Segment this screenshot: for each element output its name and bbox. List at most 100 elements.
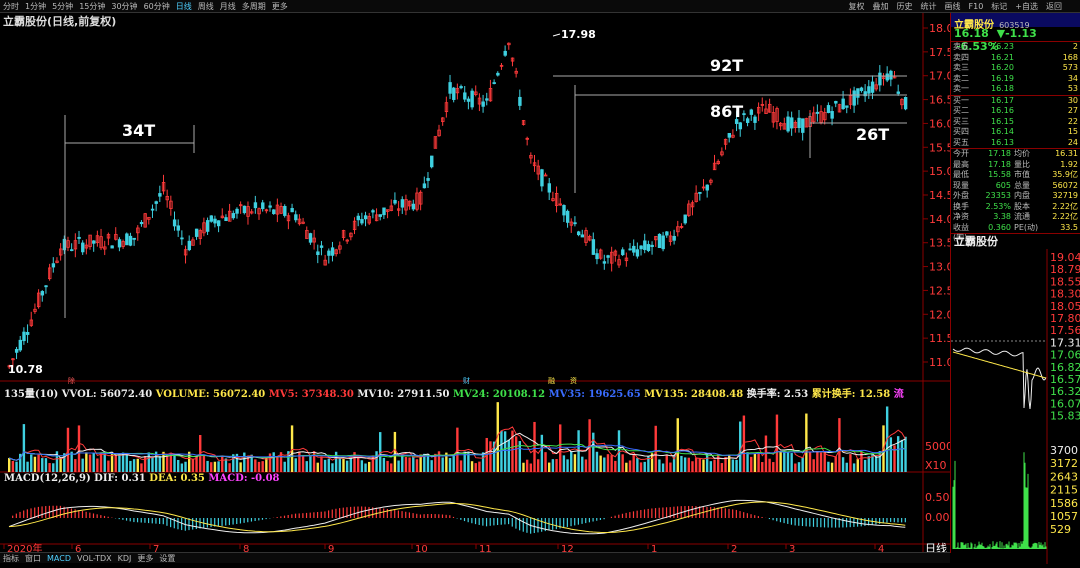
tool-button[interactable]: +自选: [1011, 0, 1042, 13]
volume-bar: [132, 459, 136, 472]
stat-value: 23353: [985, 191, 1011, 200]
event-marker[interactable]: 融: [548, 376, 555, 385]
price-line: 16.18 ▼-1.13 -6.53%: [951, 27, 1080, 53]
volume-bar: [900, 439, 904, 472]
volume-bar: [239, 462, 242, 472]
volume-bar: [863, 459, 867, 472]
volume-bar: [470, 461, 474, 472]
period-tab[interactable]: 15分钟: [76, 0, 108, 13]
candle-body: [845, 105, 849, 108]
stock-header: 立霸股份 603519: [951, 13, 1080, 31]
volume-bar: [206, 460, 209, 472]
stat-value: 16.31: [1055, 149, 1078, 158]
label-26t: 26T: [856, 125, 889, 144]
price-axis-label: 16.50: [929, 94, 950, 107]
ask-label: 卖四: [953, 52, 969, 62]
tool-button[interactable]: 返回: [1042, 0, 1066, 13]
tool-button[interactable]: F10: [965, 0, 988, 13]
volume-bar: [816, 451, 819, 472]
volume-bar: [573, 454, 577, 472]
period-tab[interactable]: 1分钟: [22, 0, 49, 13]
candle-body: [22, 331, 26, 342]
indicator-tab[interactable]: 设置: [156, 553, 178, 564]
volume-bar: [140, 463, 143, 472]
mini-price-label: 17.56: [1050, 324, 1080, 337]
price-change: ▼-1.13: [996, 27, 1037, 40]
mini-avg-line: [952, 351, 1047, 379]
candle-body: [172, 219, 177, 227]
tool-button[interactable]: 标记: [987, 0, 1011, 13]
volume-bar: [661, 463, 665, 472]
candle-body: [466, 98, 471, 102]
candle-body: [646, 244, 651, 252]
price-axis-label: 18.00: [929, 22, 950, 35]
bid-volume: 22: [1067, 116, 1078, 126]
volume-bar: [625, 462, 628, 472]
intraday-mini-chart[interactable]: 19.0418.7918.5518.3018.0517.8017.5617.31…: [951, 249, 1080, 564]
tool-button[interactable]: 复权: [845, 0, 869, 13]
bid-price: 16.17: [991, 95, 1014, 105]
mini-chart-title: 立霸股份: [951, 233, 1080, 249]
period-tab[interactable]: 5分钟: [49, 0, 76, 13]
tool-button[interactable]: 画线: [941, 0, 965, 13]
indicator-tab[interactable]: KDJ: [115, 553, 135, 564]
ask-price: 16.18: [991, 84, 1014, 93]
candle-body: [727, 133, 731, 138]
indicator-tab[interactable]: 更多: [134, 553, 156, 564]
volume-axis-label: X10: [925, 459, 947, 472]
volume-legend: 135量(10) VVOL: 56072.40 VOLUME: 56072.40…: [4, 385, 904, 400]
period-tab[interactable]: 周线: [195, 0, 217, 13]
candle-body: [878, 72, 882, 86]
dea-value: DEA: 0.35: [149, 473, 205, 484]
bid-row: 买一 16.17 30: [951, 96, 1080, 107]
volume-bar: [603, 457, 606, 472]
volume-bar: [808, 452, 812, 472]
period-tab[interactable]: 日线: [173, 0, 195, 13]
candle-body: [834, 100, 838, 104]
volume-bar: [202, 455, 206, 472]
volume-bar: [99, 452, 103, 472]
volume-bar: [746, 452, 749, 472]
volume-bar: [213, 461, 217, 472]
volume-bar: [632, 453, 635, 472]
indicator-tab[interactable]: MACD: [44, 553, 74, 564]
volume-bar: [301, 455, 305, 472]
candle-body: [665, 231, 669, 236]
candle-body: [459, 86, 463, 89]
period-tab[interactable]: 月线: [217, 0, 239, 13]
tool-button[interactable]: 统计: [917, 0, 941, 13]
tool-button[interactable]: 历史: [893, 0, 917, 13]
period-tab[interactable]: 60分钟: [141, 0, 173, 13]
period-tab[interactable]: 多周期: [239, 0, 269, 13]
period-tab[interactable]: 更多: [269, 0, 291, 13]
volume-bar: [698, 457, 702, 472]
period-tab[interactable]: 分时: [0, 0, 22, 13]
bid-price: 16.14: [991, 127, 1014, 136]
indicator-tab[interactable]: 指标: [0, 553, 22, 564]
tool-button[interactable]: 叠加: [869, 0, 893, 13]
event-marker[interactable]: 除: [68, 376, 75, 385]
event-marker[interactable]: 财: [463, 376, 470, 385]
candle-body: [150, 208, 155, 211]
candle-body: [841, 98, 845, 110]
event-marker[interactable]: 资: [570, 376, 577, 385]
ask-volume: 53: [1067, 84, 1078, 93]
volume-bar: [103, 453, 106, 472]
candle-body: [698, 192, 702, 194]
candle-body: [187, 240, 191, 251]
candle-body: [216, 220, 221, 227]
volume-bar: [390, 463, 393, 472]
candle-body: [786, 116, 790, 132]
kline-chart[interactable]: 18.00 17.50 17.00 16.50 16.00 15.50 15.00 14.50…: [0, 13, 950, 553]
candle-body: [628, 248, 632, 251]
period-tab[interactable]: 30分钟: [108, 0, 140, 13]
candle-body: [683, 214, 687, 224]
indicator-tab[interactable]: VOL-TDX: [74, 553, 115, 564]
volume-bar: [294, 458, 297, 472]
mini-volume-label: 529: [1050, 523, 1071, 536]
mini-price-label: 18.05: [1050, 300, 1080, 313]
volume-bar: [92, 453, 95, 472]
indicator-tab[interactable]: 窗口: [22, 553, 44, 564]
candle-body: [180, 237, 184, 240]
volume-bar: [694, 457, 698, 472]
